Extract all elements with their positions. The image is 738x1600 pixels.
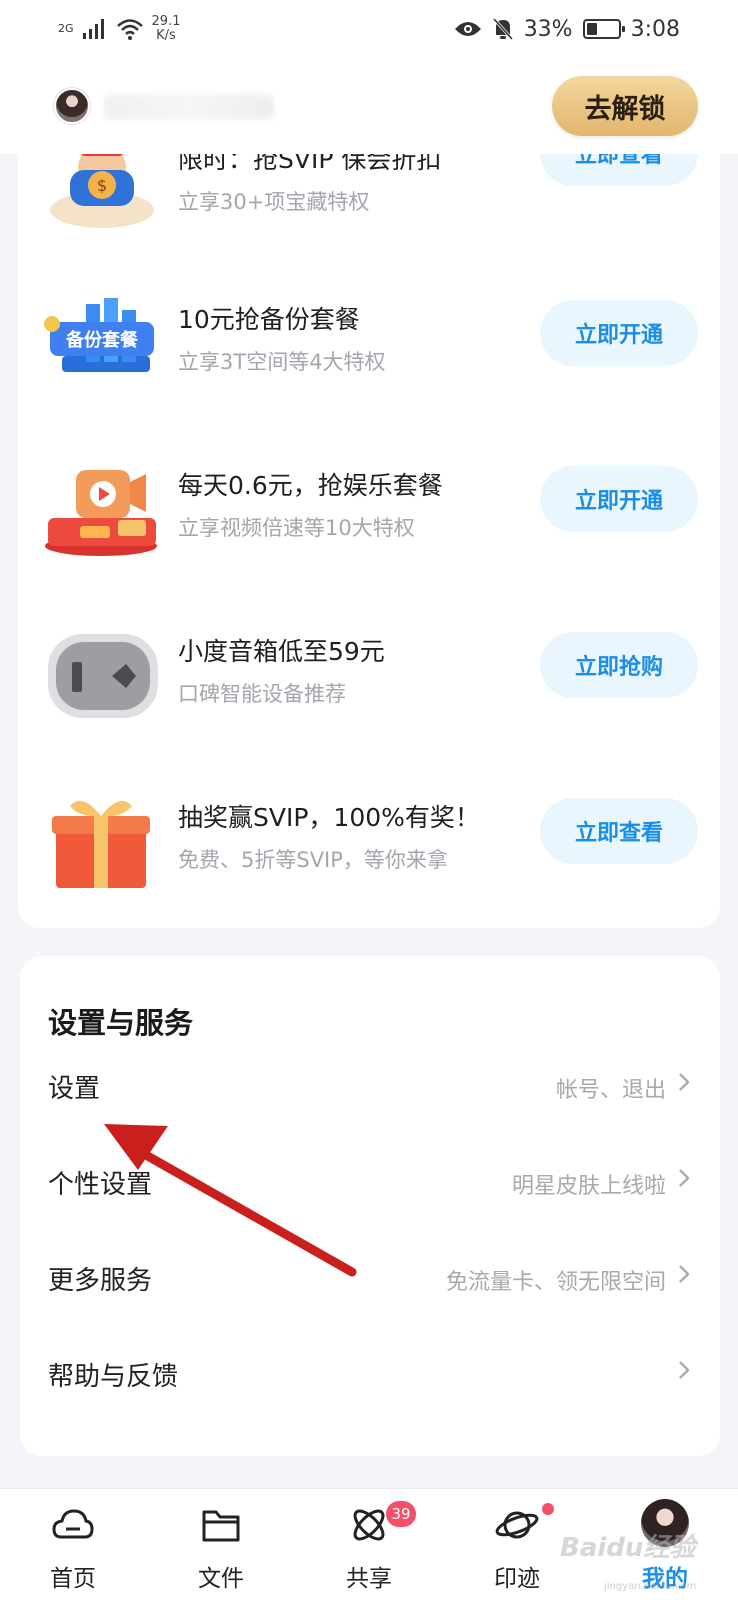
- promo-action-button[interactable]: 立即抢购: [540, 632, 698, 698]
- row-label: 帮助与反馈: [48, 1362, 179, 1392]
- nav-label: 首页: [50, 1566, 96, 1592]
- promo-item[interactable]: 每天0.6元，抢娱乐套餐 立享视频倍速等10大特权 立即开通: [18, 456, 720, 576]
- username-blurred: [104, 94, 274, 120]
- nav-label: 印迹: [494, 1566, 540, 1592]
- chevron-right-icon: [679, 1361, 690, 1379]
- promo-subtitle: 立享30+项宝藏特权: [178, 190, 370, 214]
- network-speed: 29.1 K/s: [152, 15, 181, 43]
- settings-row-settings[interactable]: 设置 帐号、退出: [20, 1050, 720, 1120]
- promo-item[interactable]: 抽奖赢SVIP，100%有奖！ 免费、5折等SVIP，等你来拿 立即查看: [18, 788, 720, 908]
- row-label: 设置: [48, 1074, 101, 1104]
- row-hint: 明星皮肤上线啦: [511, 1174, 666, 1199]
- promo-title: 每天0.6元，抢娱乐套餐: [178, 471, 443, 500]
- nav-label: 共享: [346, 1566, 392, 1592]
- signal-icon: [82, 19, 104, 39]
- chevron-right-icon: [679, 1265, 690, 1283]
- promo-title: 限时：抢SVIP 保会折扣: [178, 154, 442, 174]
- watermark-text: Baidu经验: [560, 1533, 696, 1563]
- share-orbit-icon: [353, 1509, 385, 1541]
- chevron-right-icon: [679, 1073, 690, 1091]
- nav-item-home[interactable]: 首页: [18, 1489, 128, 1600]
- promo-subtitle: 立享3T空间等4大特权: [178, 350, 386, 374]
- nav-item-share[interactable]: 39 共享: [314, 1489, 424, 1600]
- svg-text:备份套餐: 备份套餐: [65, 329, 139, 351]
- promo-card: $ 限时：抢SVIP 保会折扣 立享30+项宝藏特权 立即查看 备份套餐 10元…: [18, 154, 720, 928]
- row-hint: 帐号、退出: [555, 1078, 666, 1103]
- speed-unit: K/s: [156, 28, 176, 43]
- cloud-home-icon: [52, 1509, 94, 1539]
- battery-fill: [586, 23, 597, 35]
- speed-value: 29.1: [151, 14, 181, 29]
- promo-subtitle: 口碑智能设备推荐: [178, 682, 346, 706]
- planet-icon: [495, 1511, 539, 1539]
- nav-item-files[interactable]: 文件: [166, 1489, 276, 1600]
- settings-row-more-services[interactable]: 更多服务 免流量卡、领无限空间: [20, 1242, 720, 1312]
- section-title: 设置与服务: [48, 1006, 194, 1040]
- promo-item[interactable]: 备份套餐 10元抢备份套餐 立享3T空间等4大特权 立即开通: [18, 290, 720, 410]
- clock: 3:08: [630, 16, 680, 42]
- row-label: 个性设置: [48, 1170, 153, 1200]
- promo-action-button[interactable]: 立即开通: [540, 466, 698, 532]
- promo-title: 10元抢备份套餐: [178, 305, 360, 334]
- promo-title: 小度音箱低至59元: [178, 637, 385, 666]
- gift-box-icon: [52, 800, 150, 888]
- avatar[interactable]: [54, 88, 90, 124]
- backup-package-icon: 备份套餐: [44, 298, 154, 372]
- watermark-sub: jingyan.baidu.com: [604, 1581, 697, 1592]
- mute-bell-icon: [492, 17, 513, 41]
- bottom-nav: 首页 文件 39 共享 印迹 我的 Baidu经验 jingyan.baidu.…: [0, 1488, 738, 1600]
- chevron-right-icon: [679, 1169, 690, 1187]
- row-label: 更多服务: [48, 1266, 153, 1296]
- promo-title: 抽奖赢SVIP，100%有奖！: [178, 803, 480, 832]
- nav-item-footprint[interactable]: 印迹: [462, 1489, 572, 1600]
- profile-header: 去解锁: [0, 58, 738, 154]
- settings-row-help-feedback[interactable]: 帮助与反馈: [20, 1338, 720, 1408]
- battery-percent: 33%: [523, 16, 573, 42]
- video-camera-icon: [45, 470, 157, 556]
- promo-action-button[interactable]: 立即查看: [540, 154, 698, 186]
- promo-subtitle: 立享视频倍速等10大特权: [178, 516, 415, 540]
- promo-item[interactable]: 小度音箱低至59元 口碑智能设备推荐 立即抢购: [18, 622, 720, 742]
- settings-row-personalization[interactable]: 个性设置 明星皮肤上线啦: [20, 1146, 720, 1216]
- nav-label: 文件: [198, 1566, 244, 1592]
- settings-card: 设置与服务 设置 帐号、退出 个性设置 明星皮肤上线啦 更多服务 免流量卡、领无…: [20, 956, 720, 1456]
- status-left: 2G 29.1 K/s: [58, 15, 180, 43]
- promo-action-button[interactable]: 立即查看: [540, 798, 698, 864]
- promo-subtitle: 免费、5折等SVIP，等你来拿: [178, 848, 448, 872]
- promo-action-button[interactable]: 立即开通: [540, 300, 698, 366]
- unlock-button[interactable]: 去解锁: [552, 76, 698, 136]
- money-bag-doll-icon: $: [50, 154, 154, 228]
- promo-item[interactable]: $ 限时：抢SVIP 保会折扣 立享30+项宝藏特权 立即查看: [18, 154, 720, 250]
- notification-dot: [542, 1503, 554, 1515]
- status-bar: 2G 29.1 K/s 33% 3:08: [0, 0, 738, 58]
- eye-icon: [454, 22, 481, 36]
- notification-badge: 39: [386, 1501, 416, 1527]
- folder-icon: [202, 1510, 240, 1542]
- wifi-icon: [116, 19, 143, 40]
- battery-icon: [582, 19, 625, 39]
- network-type: 2G: [58, 22, 74, 35]
- svg-text:$: $: [97, 176, 107, 195]
- status-right: 33% 3:08: [454, 17, 680, 42]
- speaker-icon: [48, 634, 158, 718]
- row-hint: 免流量卡、领无限空间: [445, 1270, 666, 1295]
